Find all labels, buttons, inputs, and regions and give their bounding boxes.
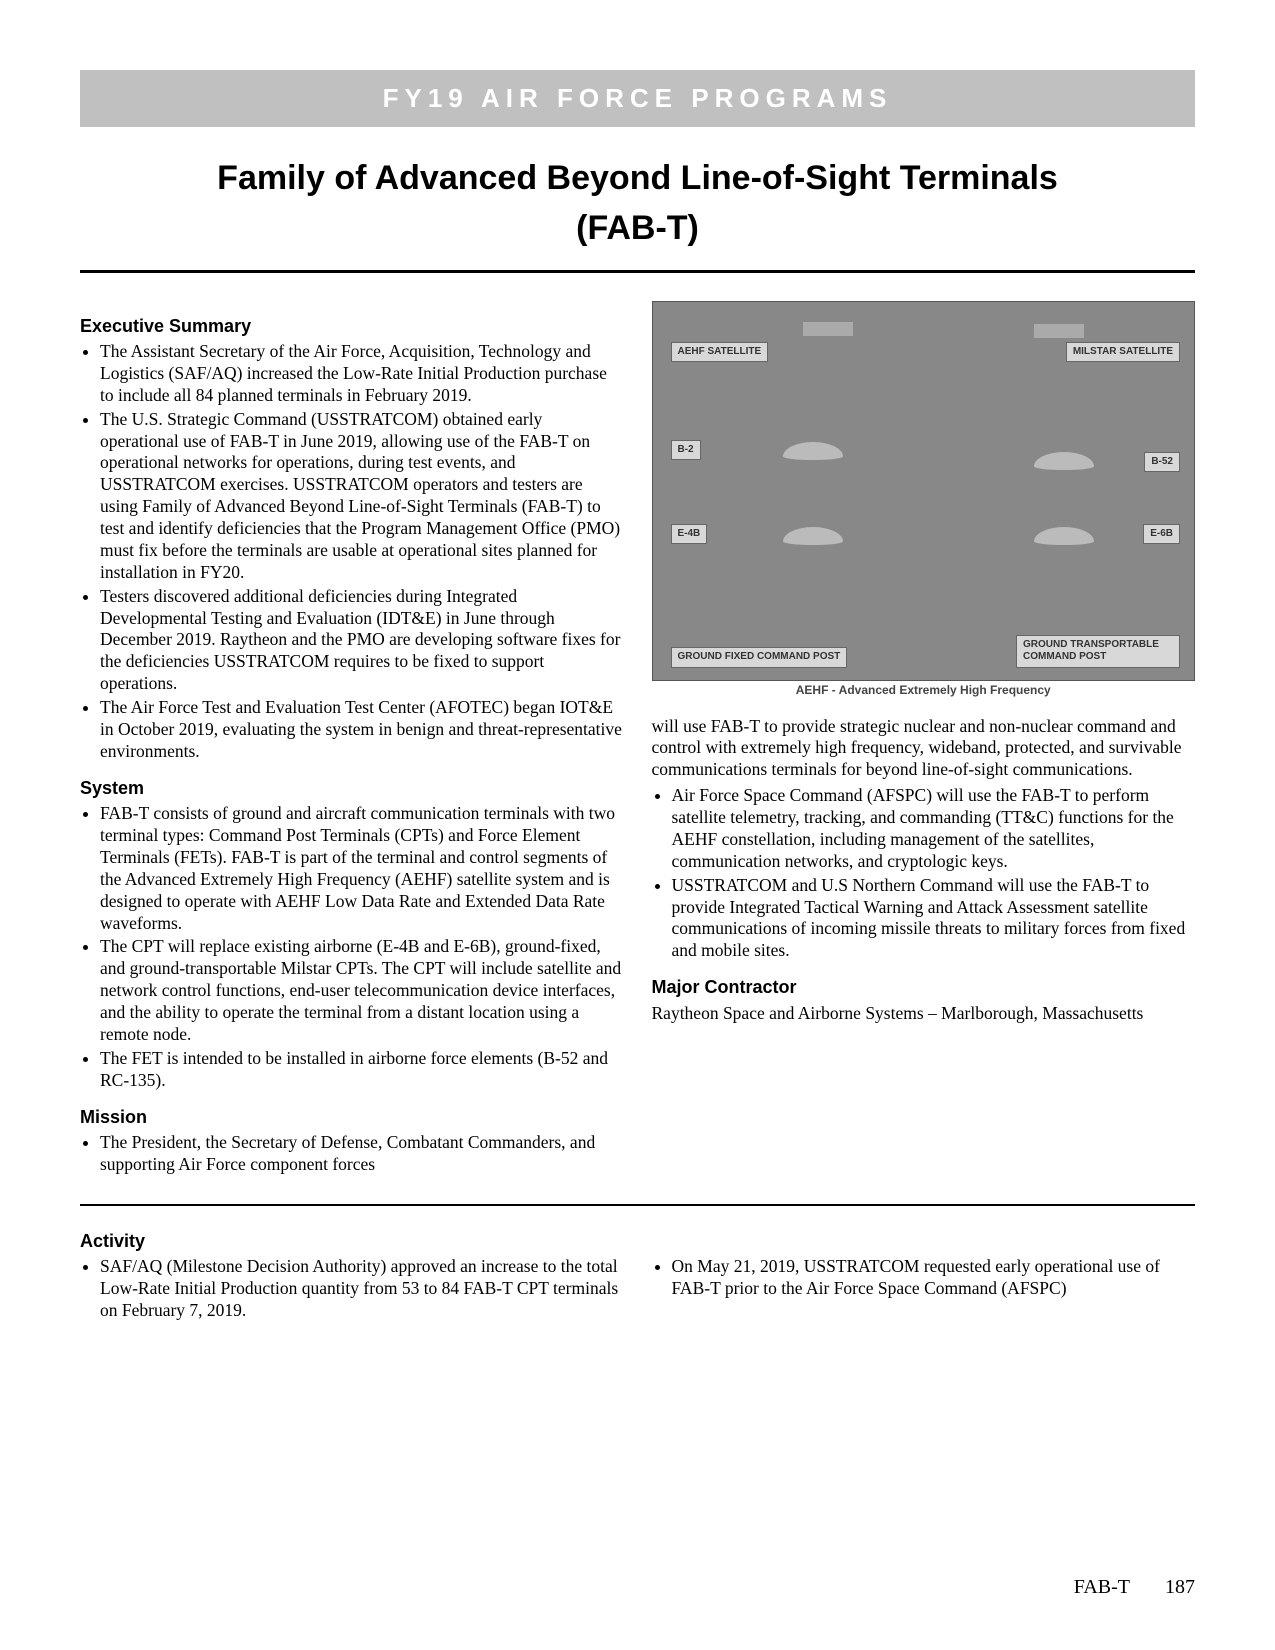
figure-label-ground-trans: GROUND TRANSPORTABLE COMMAND POST bbox=[1016, 635, 1180, 668]
system-list: FAB-T consists of ground and aircraft co… bbox=[80, 803, 624, 1091]
activity-list-left: SAF/AQ (Milestone Decision Authority) ap… bbox=[80, 1256, 624, 1322]
page-footer: FAB-T 187 bbox=[1074, 1575, 1195, 1600]
list-item: The Air Force Test and Evaluation Test C… bbox=[100, 697, 624, 763]
divider-mid bbox=[80, 1204, 1195, 1206]
activity-list-right: On May 21, 2019, USSTRATCOM requested ea… bbox=[652, 1256, 1196, 1300]
figure-label-ground-fixed: GROUND FIXED COMMAND POST bbox=[671, 647, 848, 668]
satellite-icon bbox=[1034, 324, 1084, 338]
page-banner: FY19 AIR FORCE PROGRAMS bbox=[80, 70, 1195, 127]
figure-label-e4b: E-4B bbox=[671, 524, 708, 545]
mission-list-right: Air Force Space Command (AFSPC) will use… bbox=[652, 785, 1196, 962]
major-contractor-text: Raytheon Space and Airborne Systems – Ma… bbox=[652, 1003, 1196, 1025]
list-item: The President, the Secretary of Defense,… bbox=[100, 1132, 624, 1176]
list-item: FAB-T consists of ground and aircraft co… bbox=[100, 803, 624, 934]
major-contractor-heading: Major Contractor bbox=[652, 976, 1196, 999]
figure-label-b2: B-2 bbox=[671, 440, 701, 461]
list-item: Air Force Space Command (AFSPC) will use… bbox=[672, 785, 1196, 873]
list-item: SAF/AQ (Milestone Decision Authority) ap… bbox=[100, 1256, 624, 1322]
figure-label-milstar: MILSTAR SATELLITE bbox=[1066, 342, 1180, 363]
satellite-icon bbox=[803, 322, 853, 336]
list-item: The FET is intended to be installed in a… bbox=[100, 1048, 624, 1092]
activity-columns: SAF/AQ (Milestone Decision Authority) ap… bbox=[80, 1256, 1195, 1326]
document-title: Family of Advanced Beyond Line-of-Sight … bbox=[80, 157, 1195, 200]
concept-figure: AEHF SATELLITE MILSTAR SATELLITE B-2 B-5… bbox=[652, 301, 1196, 681]
figure-label-e6b: E-6B bbox=[1143, 524, 1180, 545]
left-column: Executive Summary The Assistant Secretar… bbox=[80, 301, 624, 1180]
right-column: AEHF SATELLITE MILSTAR SATELLITE B-2 B-5… bbox=[652, 301, 1196, 1180]
aircraft-icon bbox=[1034, 527, 1094, 545]
system-heading: System bbox=[80, 777, 624, 800]
mission-continuation: will use FAB-T to provide strategic nucl… bbox=[652, 716, 1196, 782]
main-columns: Executive Summary The Assistant Secretar… bbox=[80, 301, 1195, 1180]
activity-heading: Activity bbox=[80, 1230, 1195, 1253]
list-item: will use FAB-T to provide strategic nucl… bbox=[652, 716, 1196, 782]
aircraft-icon bbox=[783, 442, 843, 460]
list-item: Testers discovered additional deficienci… bbox=[100, 586, 624, 695]
list-item: The U.S. Strategic Command (USSTRATCOM) … bbox=[100, 409, 624, 584]
figure-caption: AEHF - Advanced Extremely High Frequency bbox=[652, 683, 1196, 698]
footer-label: FAB-T bbox=[1074, 1576, 1130, 1598]
mission-heading: Mission bbox=[80, 1106, 624, 1129]
divider-top bbox=[80, 270, 1195, 273]
executive-summary-list: The Assistant Secretary of the Air Force… bbox=[80, 341, 624, 763]
document-subtitle: (FAB-T) bbox=[80, 207, 1195, 250]
aircraft-icon bbox=[1034, 452, 1094, 470]
list-item: USSTRATCOM and U.S Northern Command will… bbox=[672, 875, 1196, 963]
activity-right: On May 21, 2019, USSTRATCOM requested ea… bbox=[652, 1256, 1196, 1326]
activity-left: SAF/AQ (Milestone Decision Authority) ap… bbox=[80, 1256, 624, 1326]
list-item: The Assistant Secretary of the Air Force… bbox=[100, 341, 624, 407]
figure-label-aehf: AEHF SATELLITE bbox=[671, 342, 769, 363]
mission-list-left: The President, the Secretary of Defense,… bbox=[80, 1132, 624, 1176]
figure-label-b52: B-52 bbox=[1144, 452, 1180, 473]
executive-summary-heading: Executive Summary bbox=[80, 315, 624, 338]
list-item: On May 21, 2019, USSTRATCOM requested ea… bbox=[672, 1256, 1196, 1300]
footer-page-number: 187 bbox=[1165, 1576, 1195, 1598]
aircraft-icon bbox=[783, 527, 843, 545]
list-item: The CPT will replace existing airborne (… bbox=[100, 936, 624, 1045]
